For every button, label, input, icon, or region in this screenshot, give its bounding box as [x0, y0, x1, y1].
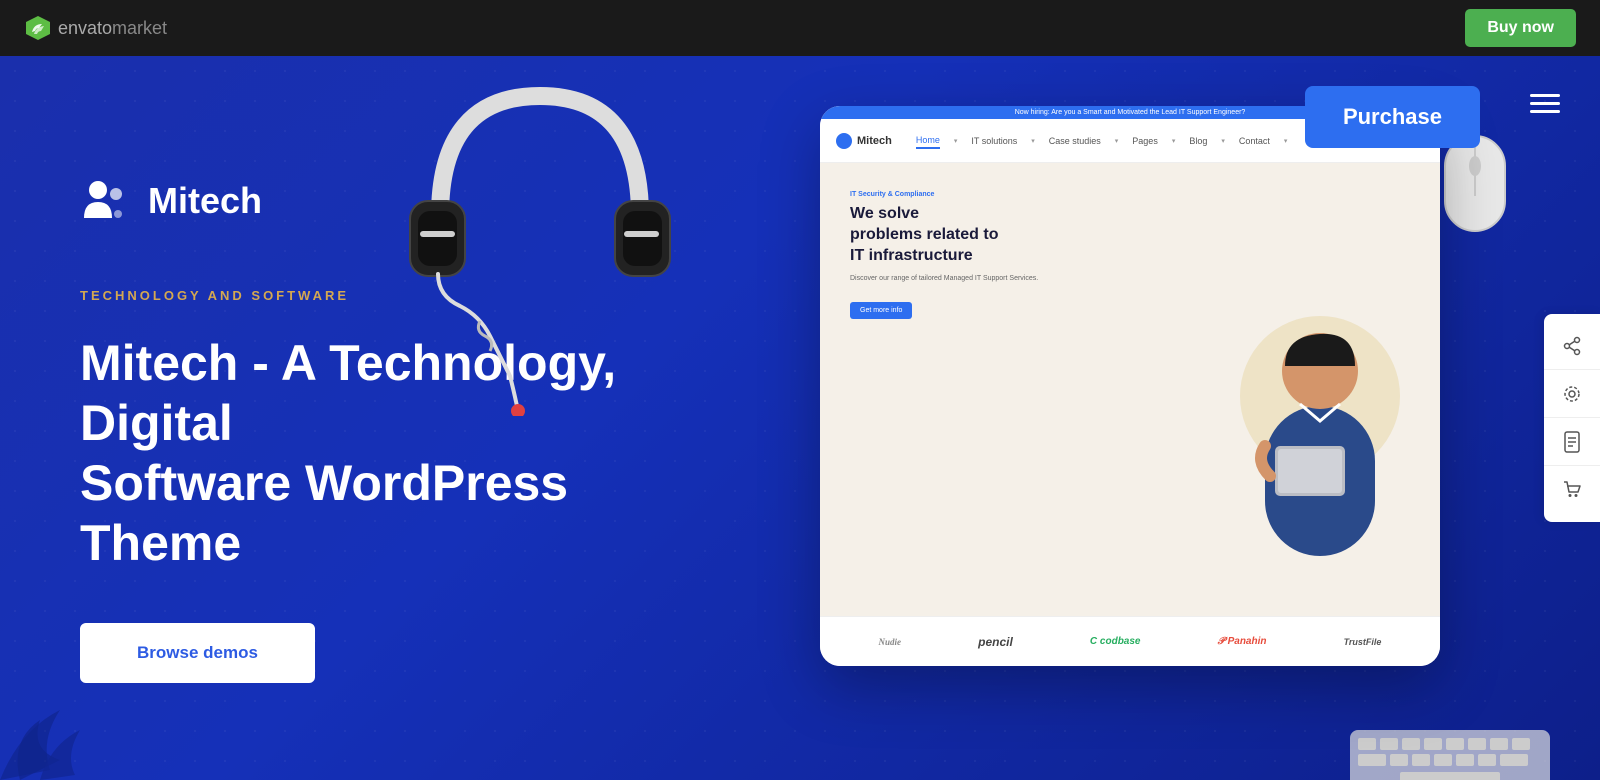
mockup-brand-trustfile: TrustFile — [1344, 637, 1382, 647]
mitech-brand-name: Mitech — [148, 180, 262, 222]
mockup-nav-pages: Pages — [1132, 134, 1158, 148]
mockup-nav-home: Home — [916, 133, 940, 149]
side-icons-panel — [1544, 314, 1600, 522]
mockup-nav-contact: Contact — [1239, 134, 1270, 148]
envato-logo: envatomarket — [24, 14, 167, 42]
keyboard-decoration — [1350, 720, 1550, 780]
mockup-hero-area: IT Security & Compliance We solveproblem… — [820, 163, 1440, 616]
mockup-brand-codbase: C codbase — [1090, 636, 1141, 647]
mockup-hero-content: IT Security & Compliance We solveproblem… — [820, 163, 1440, 616]
mockup-hero-tag: IT Security & Compliance — [850, 191, 1410, 198]
mockup-nav-it: IT solutions — [971, 134, 1017, 148]
website-preview-mockup: Now hiring: Are you a Smart and Motivate… — [820, 106, 1440, 666]
mockup-logo-text: Mitech — [857, 135, 892, 147]
mockup-cta-button: Get more info — [850, 302, 912, 319]
mockup-brand-pencil: pencil — [978, 635, 1013, 649]
top-navigation: envatomarket Buy now — [0, 0, 1600, 56]
mockup-nav-blog: Blog — [1189, 134, 1207, 148]
plant-decoration — [0, 660, 120, 780]
settings-icon-button[interactable] — [1544, 370, 1600, 418]
mockup-hero-title: We solveproblems related toIT infrastruc… — [850, 204, 1410, 266]
envato-icon — [24, 14, 52, 42]
mockup-logo: Mitech — [836, 133, 892, 149]
mockup-brand-nudie: Nudie — [879, 637, 902, 647]
cart-icon-button[interactable] — [1544, 466, 1600, 514]
hamburger-line-1 — [1530, 94, 1560, 97]
mockup-hero-subtitle: Discover our range of tailored Managed I… — [850, 274, 1410, 285]
headphones-decoration — [380, 56, 700, 416]
hamburger-line-2 — [1530, 102, 1560, 105]
buy-now-button[interactable]: Buy now — [1465, 9, 1576, 47]
mockup-brand-panahin: 𝒫 Panahin — [1218, 636, 1267, 647]
hamburger-menu-button[interactable] — [1530, 94, 1560, 113]
mockup-brands-bar: Nudie pencil C codbase 𝒫 Panahin TrustFi… — [820, 616, 1440, 666]
share-icon-button[interactable] — [1544, 322, 1600, 370]
hero-section: Mitech Technology and Software Mitech - … — [0, 56, 1600, 780]
purchase-button[interactable]: Purchase — [1305, 86, 1480, 148]
mitech-logo-icon — [80, 174, 134, 228]
hamburger-line-3 — [1530, 110, 1560, 113]
envato-logo-text: envatomarket — [58, 18, 167, 39]
document-icon-button[interactable] — [1544, 418, 1600, 466]
mockup-logo-icon — [836, 133, 852, 149]
mockup-nav-case: Case studies — [1049, 134, 1101, 148]
